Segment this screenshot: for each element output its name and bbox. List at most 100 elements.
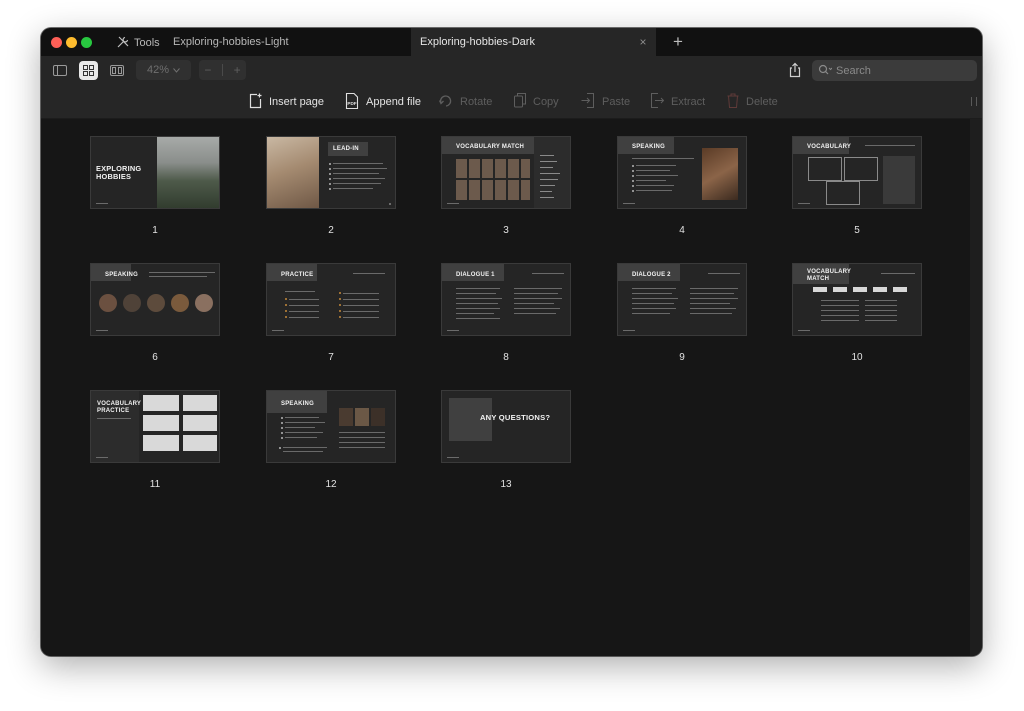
slide-title: SPEAKING xyxy=(632,144,665,150)
tools-icon xyxy=(117,36,134,51)
minimize-window-button[interactable] xyxy=(66,37,77,48)
slide-title: SPEAKING xyxy=(105,272,138,278)
page-thumbnail-grid: EXPLORING HOBBIES 1 LEAD-IN 2 VOCABULARY… xyxy=(41,119,970,656)
page-view-icon[interactable] xyxy=(107,61,126,80)
slide-footer xyxy=(96,203,108,204)
zoom-out-button[interactable]: − xyxy=(204,63,211,77)
extract-label: Extract xyxy=(671,96,706,108)
page-number: 11 xyxy=(149,479,161,490)
sentence-card xyxy=(143,435,179,451)
extract-icon xyxy=(650,93,671,111)
sentence-card xyxy=(183,395,217,411)
page-number: 2 xyxy=(328,225,334,236)
page-number: 6 xyxy=(152,352,158,363)
sentence-card xyxy=(183,435,217,451)
page-thumbnail[interactable]: VOCABULARY MATCH xyxy=(792,263,922,336)
slide-title: PRACTICE xyxy=(281,272,314,278)
category-box xyxy=(826,181,860,205)
insert-page-button[interactable]: Insert page xyxy=(249,93,324,111)
zoom-window-button[interactable] xyxy=(81,37,92,48)
copy-icon xyxy=(514,93,533,111)
page-thumbnail[interactable]: SPEAKING xyxy=(90,263,220,336)
tab-label: Exploring-hobbies-Light xyxy=(173,36,289,48)
sentence-card xyxy=(183,415,217,431)
page-number: 12 xyxy=(325,479,337,490)
category-box xyxy=(808,157,842,181)
page-number: 4 xyxy=(679,225,685,236)
hobby-photos xyxy=(339,408,385,426)
paste-label: Paste xyxy=(602,96,631,108)
insert-page-label: Insert page xyxy=(269,96,325,108)
slide-title: DIALOGUE 2 xyxy=(632,272,671,278)
tab-label: Exploring-hobbies-Dark xyxy=(420,36,535,48)
zoom-stepper: − + xyxy=(199,60,246,80)
page-thumbnail[interactable]: VOCABULARY xyxy=(792,136,922,209)
search-input[interactable]: Search xyxy=(836,65,871,77)
append-file-button[interactable]: PDF Append file xyxy=(345,92,422,111)
tools-label: Tools xyxy=(134,37,160,49)
word-list-panel xyxy=(883,156,915,204)
page-number: 5 xyxy=(854,225,860,236)
page-actions-bar: Insert page PDF Append file Rotate Copy … xyxy=(41,86,982,119)
page-thumbnail[interactable]: SPEAKING xyxy=(617,136,747,209)
hobby-photo xyxy=(195,294,213,312)
page-thumbnail[interactable]: VOCABULARY PRACTICE xyxy=(90,390,220,463)
tab-exploring-hobbies-light[interactable]: Exploring-hobbies-Light xyxy=(173,28,289,56)
page-thumbnail[interactable]: VOCABULARY MATCH xyxy=(441,136,571,209)
copy-button[interactable]: Copy xyxy=(514,93,559,111)
slide-title: ANY QUESTIONS? xyxy=(480,413,551,422)
insert-page-icon xyxy=(249,93,269,112)
rotate-button[interactable]: Rotate xyxy=(438,93,493,111)
page-thumbnail[interactable]: EXPLORING HOBBIES xyxy=(90,136,220,209)
slide-title: VOCABULARY MATCH xyxy=(807,269,852,282)
mountain-photo xyxy=(157,137,219,208)
trash-icon xyxy=(727,93,746,111)
hobby-photo xyxy=(99,294,117,312)
zoom-in-button[interactable]: + xyxy=(234,63,241,77)
page-thumbnail[interactable]: PRACTICE xyxy=(266,263,396,336)
divider xyxy=(222,64,223,76)
extract-button[interactable]: Extract xyxy=(650,93,705,111)
title-bar: Tools Exploring-hobbies-Light Exploring-… xyxy=(41,28,982,56)
share-icon[interactable] xyxy=(788,62,802,78)
close-window-button[interactable] xyxy=(51,37,62,48)
delete-label: Delete xyxy=(746,96,778,108)
person-photo xyxy=(267,137,319,208)
slide-title: DIALOGUE 1 xyxy=(456,272,495,278)
grid-view-icon[interactable] xyxy=(79,61,98,80)
slide-title: VOCABULARY PRACTICE xyxy=(97,401,142,414)
tab-exploring-hobbies-dark[interactable]: Exploring-hobbies-Dark × xyxy=(411,28,656,56)
hobby-photo xyxy=(147,294,165,312)
slide-title: EXPLORING HOBBIES xyxy=(96,164,142,181)
page-thumbnail[interactable]: DIALOGUE 1 xyxy=(441,263,571,336)
page-thumbnail[interactable]: SPEAKING xyxy=(266,390,396,463)
page-thumbnail[interactable]: DIALOGUE 2 xyxy=(617,263,747,336)
zoom-select[interactable]: 42% xyxy=(136,60,191,80)
page-number: 13 xyxy=(500,479,512,490)
toolbar: 42% − + Search xyxy=(41,56,982,86)
page-number: 8 xyxy=(503,352,509,363)
sentence-card xyxy=(143,395,179,411)
paste-button[interactable]: Paste xyxy=(581,93,630,111)
page-number: 1 xyxy=(152,225,158,236)
search-icon xyxy=(812,64,836,78)
copy-label: Copy xyxy=(533,96,559,108)
delete-button[interactable]: Delete xyxy=(727,93,778,111)
resize-grip-icon[interactable] xyxy=(971,97,977,106)
page-thumbnail[interactable]: LEAD-IN xyxy=(266,136,396,209)
vertical-scrollbar[interactable] xyxy=(970,119,982,656)
page-thumbnail[interactable]: ANY QUESTIONS? xyxy=(441,390,571,463)
slide-title: VOCABULARY xyxy=(807,144,852,150)
tools-button[interactable]: Tools xyxy=(117,35,160,51)
coffee-photo xyxy=(702,148,738,200)
new-tab-button[interactable]: + xyxy=(669,32,687,52)
page-number: 3 xyxy=(503,225,509,236)
category-box xyxy=(844,157,878,181)
rotate-label: Rotate xyxy=(460,96,493,108)
append-file-label: Append file xyxy=(366,96,422,108)
slide-title: LEAD-IN xyxy=(333,146,359,152)
search-field[interactable]: Search xyxy=(812,60,977,81)
sidebar-view-icon[interactable] xyxy=(50,61,69,80)
close-tab-icon[interactable]: × xyxy=(636,35,650,49)
slide-title: VOCABULARY MATCH xyxy=(456,144,525,150)
